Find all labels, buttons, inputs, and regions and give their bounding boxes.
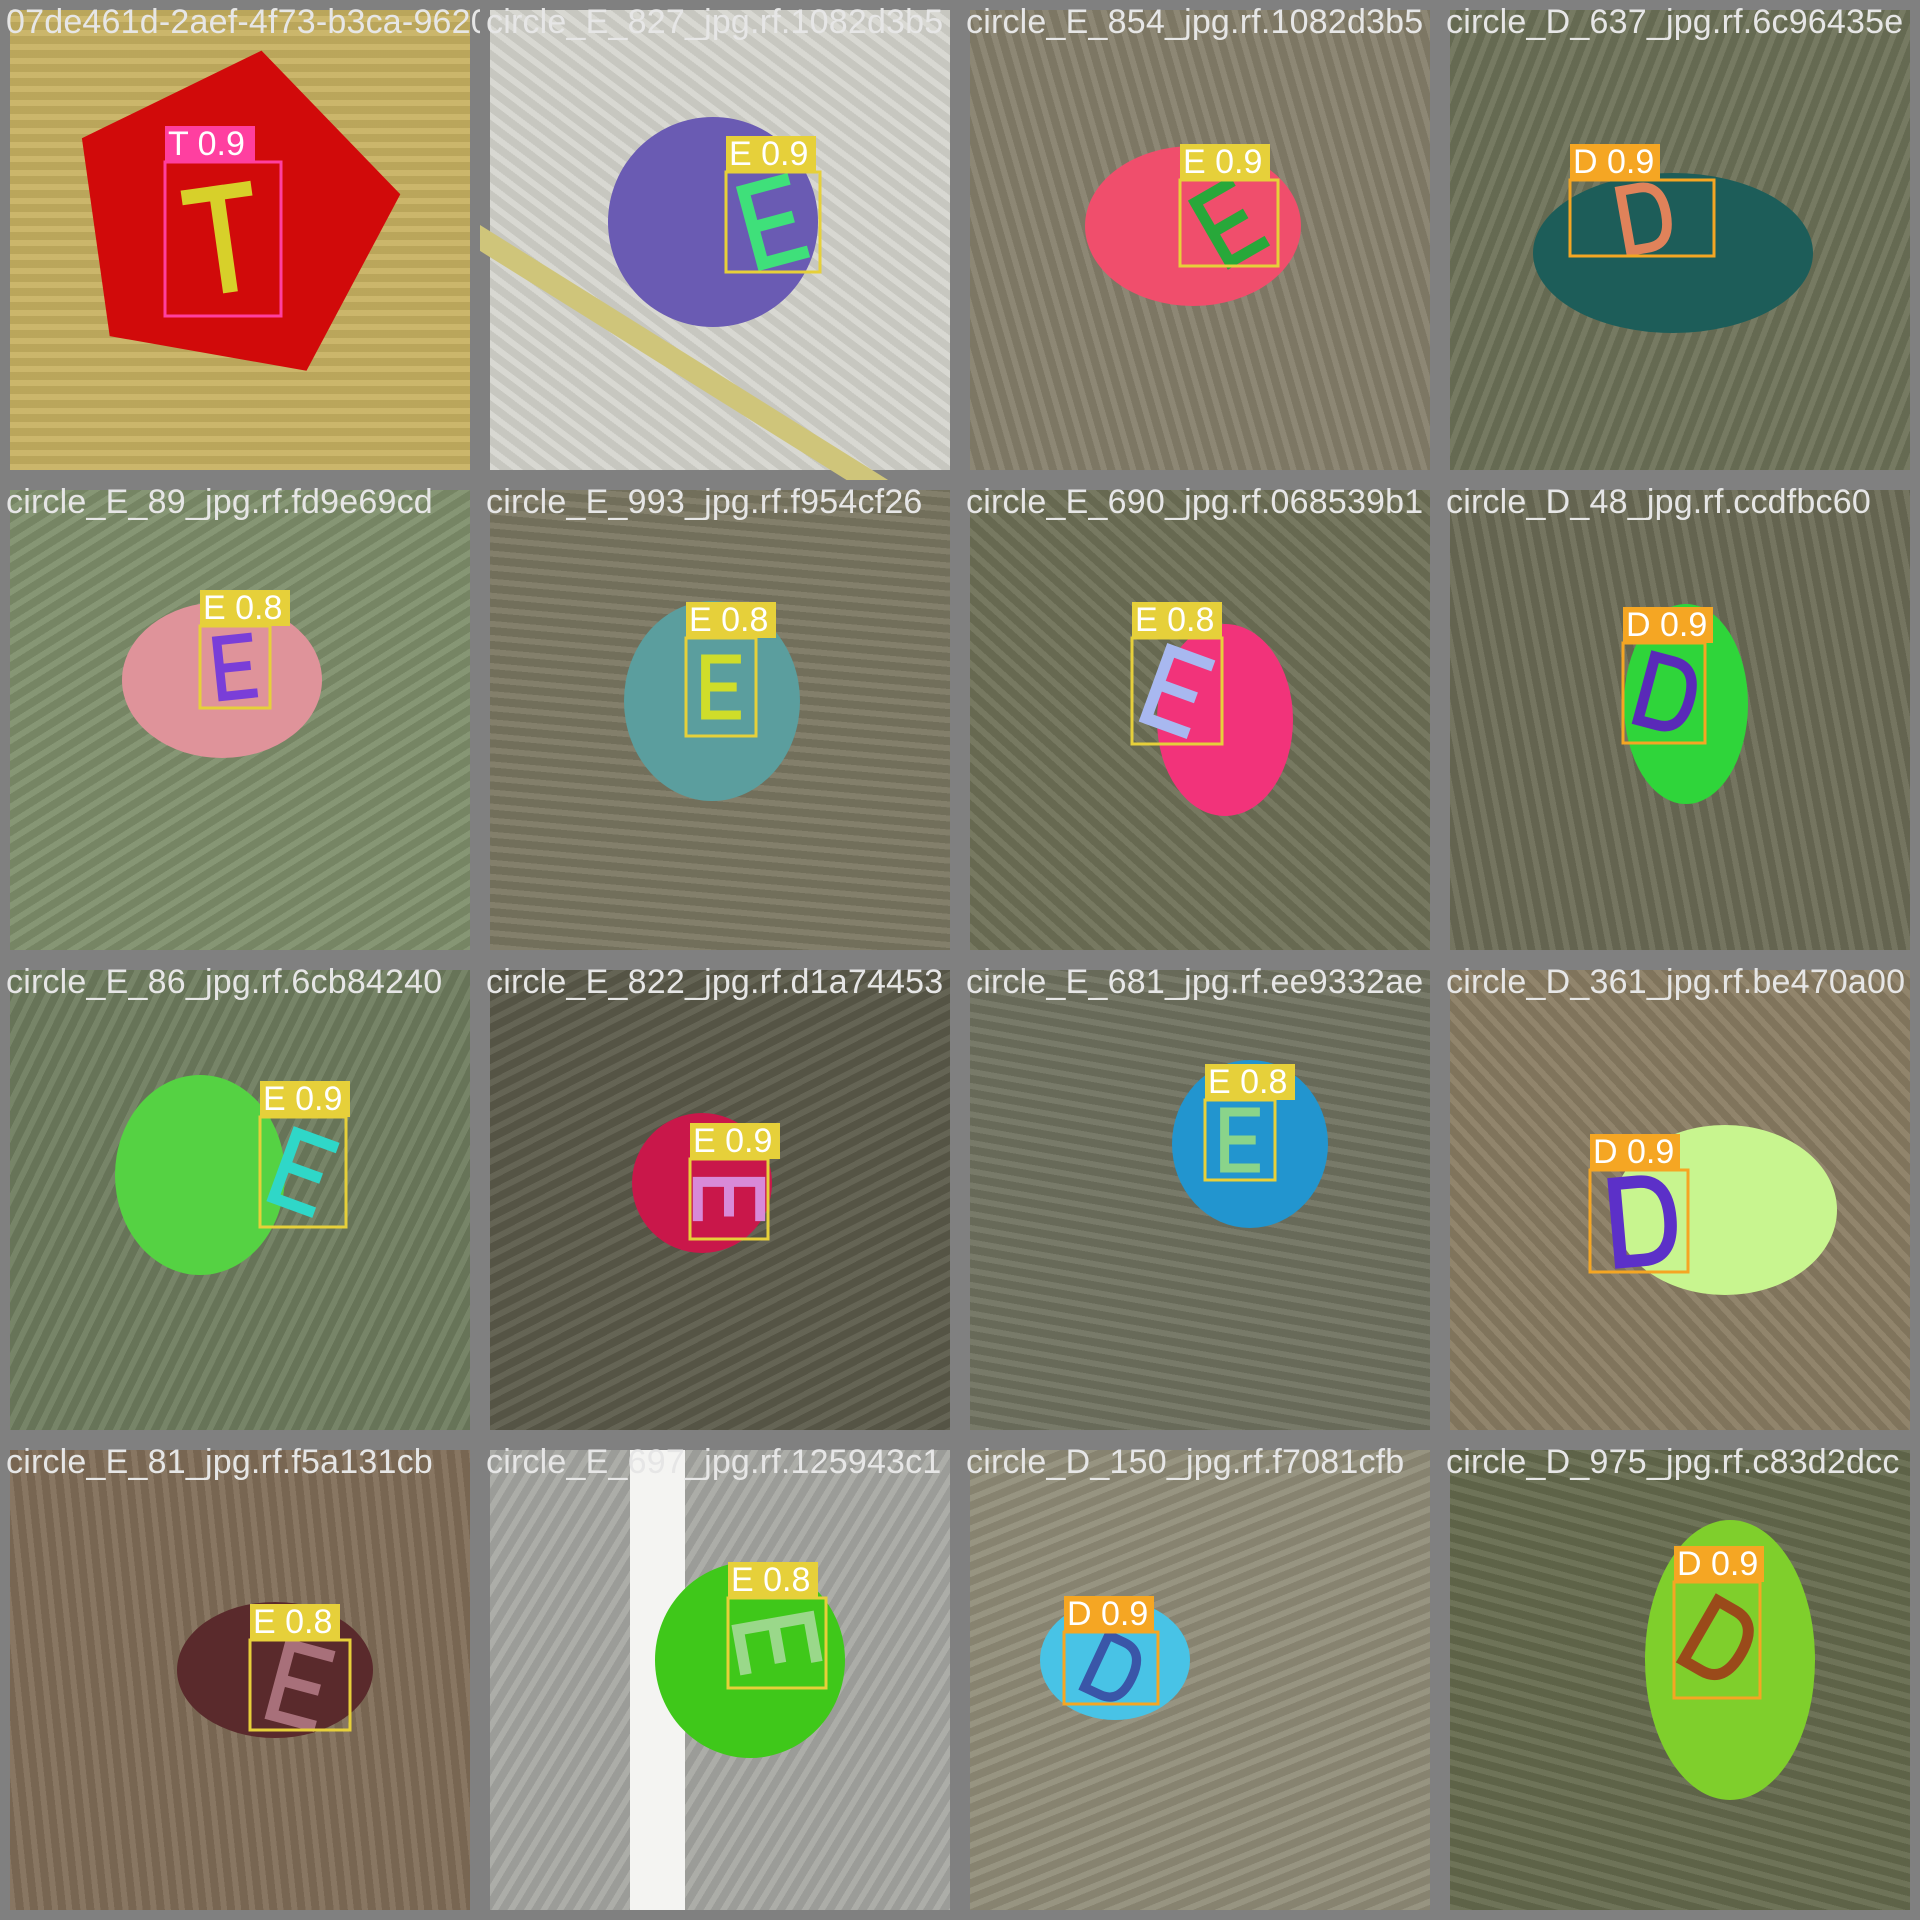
tile-filename: 07de461d-2aef-4f73-b3ca-9620eeb21f64_jpg… bbox=[6, 3, 480, 41]
tile-filename: circle_D_361_jpg.rf.be470a00 bbox=[1446, 963, 1906, 1001]
tile-drawing: E 0.8 bbox=[655, 1561, 845, 1758]
detection-label: T 0.9 bbox=[168, 125, 245, 163]
tile-filename: circle_E_993_jpg.rf.f954cf26 bbox=[486, 483, 923, 521]
image-tile: T 0.9 07de461d-2aef-4f73-b3ca-9620eeb21f6… bbox=[0, 0, 480, 480]
tile-drawing: E 0.9 bbox=[608, 117, 822, 327]
tile-drawing: E 0.9 bbox=[1085, 143, 1301, 306]
image-tile: E 0.8 circle_E_81_jpg.rf.f5a131cb bbox=[0, 1440, 480, 1920]
detection-label: E 0.8 bbox=[203, 589, 282, 627]
image-tile: D 0.9 circle_D_361_jpg.rf.be470a00 bbox=[1440, 960, 1920, 1440]
detection-label: E 0.8 bbox=[253, 1603, 332, 1641]
detection-label: E 0.9 bbox=[263, 1080, 342, 1118]
tile-drawing: E 0.9 bbox=[115, 1075, 350, 1275]
tile-filename: circle_E_822_jpg.rf.d1a74453 bbox=[486, 963, 944, 1001]
image-tile: E 0.9 circle_E_822_jpg.rf.d1a74453 bbox=[480, 960, 960, 1440]
tile-drawing: D 0.9 bbox=[1621, 604, 1748, 804]
mosaic-grid: T 0.9 07de461d-2aef-4f73-b3ca-9620eeb21f6… bbox=[0, 0, 1920, 1920]
tile-drawing: E 0.8 bbox=[1130, 601, 1293, 816]
image-tile: E 0.8 circle_E_697_jpg.rf.125943c1 bbox=[480, 1440, 960, 1920]
image-tile: E 0.8 circle_E_993_jpg.rf.f954cf26 bbox=[480, 480, 960, 960]
image-tile: E 0.8 circle_E_690_jpg.rf.068539b1 bbox=[960, 480, 1440, 960]
tile-filename: circle_D_150_jpg.rf.f7081cfb bbox=[966, 1443, 1405, 1481]
tile-filename: circle_E_681_jpg.rf.ee9332ae bbox=[966, 963, 1424, 1001]
detection-label: E 0.9 bbox=[1183, 143, 1262, 181]
detection-label: E 0.9 bbox=[729, 135, 808, 173]
tile-filename: circle_E_86_jpg.rf.6cb84240 bbox=[6, 963, 443, 1001]
detection-label: D 0.9 bbox=[1573, 143, 1654, 181]
image-tile: E 0.8 circle_E_681_jpg.rf.ee9332ae bbox=[960, 960, 1440, 1440]
image-tile: D 0.9 circle_D_975_jpg.rf.c83d2dcc bbox=[1440, 1440, 1920, 1920]
tile-filename: circle_E_697_jpg.rf.125943c1 bbox=[486, 1443, 942, 1481]
tile-filename: circle_E_690_jpg.rf.068539b1 bbox=[966, 483, 1424, 521]
image-tile: E 0.8 circle_E_89_jpg.rf.fd9e69cd bbox=[0, 480, 480, 960]
tile-drawing: E 0.8 bbox=[122, 589, 322, 758]
detection-label: E 0.8 bbox=[1135, 601, 1214, 639]
detection-label: E 0.8 bbox=[731, 1561, 810, 1599]
tile-filename: circle_E_827_jpg.rf.1082d3b5 bbox=[486, 3, 944, 41]
image-tile: E 0.9 circle_E_86_jpg.rf.6cb84240 bbox=[0, 960, 480, 1440]
tile-filename: circle_D_637_jpg.rf.6c96435e bbox=[1446, 3, 1904, 41]
image-tile: D 0.9 circle_D_637_jpg.rf.6c96435e bbox=[1440, 0, 1920, 480]
tile-drawing: D 0.9 bbox=[1533, 143, 1813, 333]
tile-drawing: E 0.8 bbox=[177, 1602, 373, 1738]
tile-drawing: E 0.9 bbox=[632, 1113, 780, 1253]
tile-drawing: T 0.9 bbox=[81, 50, 401, 371]
tile-drawing: D 0.9 bbox=[1040, 1595, 1190, 1720]
detection-label: D 0.9 bbox=[1626, 606, 1707, 644]
detection-label: E 0.8 bbox=[1208, 1063, 1287, 1101]
tile-filename: circle_E_89_jpg.rf.fd9e69cd bbox=[6, 483, 433, 521]
ellipse-target bbox=[1533, 173, 1813, 333]
painted-letter bbox=[266, 1126, 340, 1218]
detection-label: D 0.9 bbox=[1593, 1133, 1674, 1171]
detection-label: D 0.9 bbox=[1677, 1545, 1758, 1583]
tile-filename: circle_D_975_jpg.rf.c83d2dcc bbox=[1446, 1443, 1900, 1481]
tile-drawing: D 0.9 bbox=[1588, 1125, 1837, 1295]
image-tile: E 0.9 circle_E_827_jpg.rf.1082d3b5 bbox=[480, 0, 960, 480]
tile-filename: circle_E_854_jpg.rf.1082d3b5 bbox=[966, 3, 1424, 41]
image-tile: E 0.9 circle_E_854_jpg.rf.1082d3b5 bbox=[960, 0, 1440, 480]
tile-drawing: D 0.9 bbox=[1645, 1520, 1815, 1800]
pentagon-target bbox=[81, 50, 401, 371]
detection-label: E 0.8 bbox=[689, 601, 768, 639]
image-tile: D 0.9 circle_D_48_jpg.rf.ccdfbc60 bbox=[1440, 480, 1920, 960]
detection-label: D 0.9 bbox=[1067, 1595, 1148, 1633]
tile-filename: circle_D_48_jpg.rf.ccdfbc60 bbox=[1446, 483, 1871, 521]
detection-label: E 0.9 bbox=[693, 1122, 772, 1160]
tile-drawing: E 0.8 bbox=[1172, 1060, 1328, 1228]
tile-drawing: E 0.8 bbox=[624, 601, 800, 801]
image-tile: D 0.9 circle_D_150_jpg.rf.f7081cfb bbox=[960, 1440, 1440, 1920]
tile-filename: circle_E_81_jpg.rf.f5a131cb bbox=[6, 1443, 433, 1481]
